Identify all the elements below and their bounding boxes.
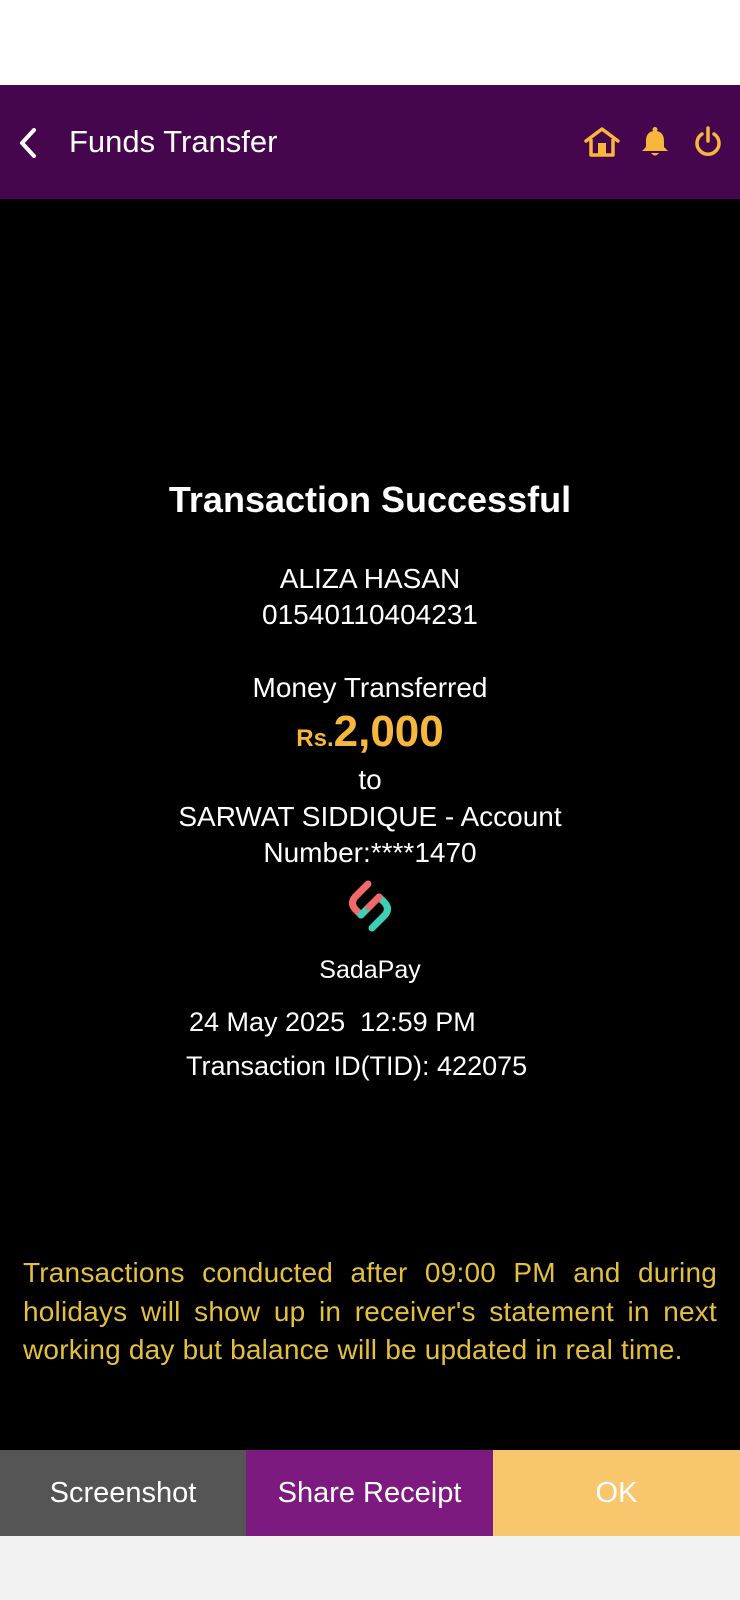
home-indicator-area (0, 1536, 740, 1600)
action-bar: Screenshot Share Receipt OK (0, 1450, 740, 1536)
receipt-title: Transaction Successful (168, 479, 572, 520)
transaction-date: 24 May 2025 (189, 1007, 346, 1037)
money-transferred-label: Money Transferred (252, 672, 488, 703)
home-icon (584, 127, 620, 157)
processing-notice: Transactions conducted after 09:00 PM an… (23, 1257, 717, 1365)
status-bar (0, 0, 740, 85)
page-title: Funds Transfer (69, 124, 278, 159)
bank-logo (0, 879, 740, 935)
ok-button[interactable]: OK (493, 1450, 740, 1536)
back-button[interactable] (10, 123, 46, 163)
currency-label: Rs. (296, 725, 334, 752)
receipt-panel: Transaction Successful ALIZA HASAN 01540… (0, 199, 740, 1450)
transaction-datetime: 24 May 2025 12:59 PM (189, 1007, 476, 1038)
bell-icon (642, 127, 668, 156)
transaction-time: 12:59 PM (360, 1007, 476, 1037)
chevron-left-icon (20, 128, 36, 158)
screenshot-button[interactable]: Screenshot (0, 1450, 246, 1536)
power-icon (695, 126, 721, 156)
sender-account: 01540110404231 (262, 599, 478, 630)
amount: Rs.2,000 (0, 707, 740, 757)
home-button[interactable] (582, 122, 622, 162)
sadapay-logo-icon (349, 880, 391, 932)
receiver-details: SARWAT SIDDIQUE - Account Number:****147… (178, 801, 562, 868)
bank-name: SadaPay (319, 956, 421, 984)
notifications-button[interactable] (635, 122, 675, 162)
app-header: Funds Transfer (0, 85, 740, 199)
amount-value: 2,000 (333, 707, 444, 756)
logout-button[interactable] (688, 122, 728, 162)
sender-name: ALIZA HASAN (279, 563, 461, 594)
to-label: to (358, 764, 382, 795)
share-receipt-button[interactable]: Share Receipt (246, 1450, 493, 1536)
transaction-id: Transaction ID(TID): 422075 (186, 1051, 528, 1081)
